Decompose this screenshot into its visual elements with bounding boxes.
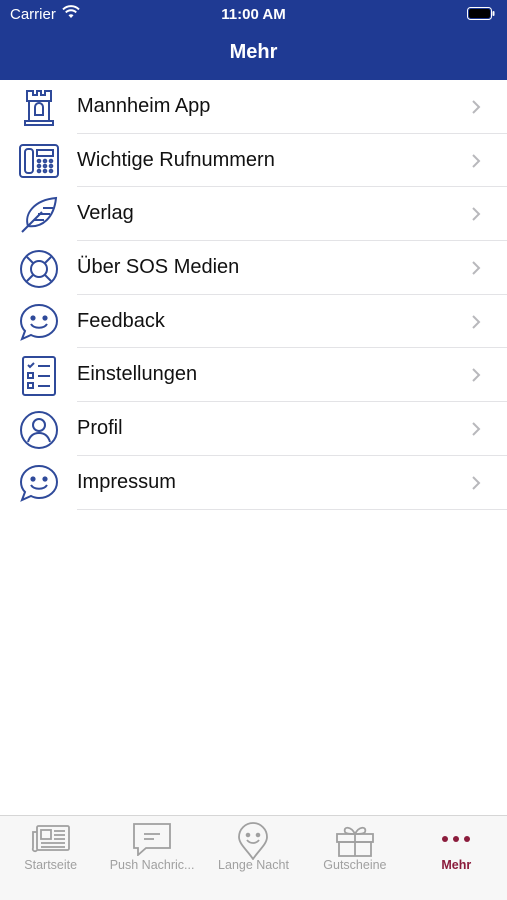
chevron-right-icon — [471, 421, 481, 437]
menu-item-feedback[interactable]: Feedback — [0, 295, 507, 349]
checklist-icon — [18, 355, 60, 397]
tab-label: Startseite — [24, 858, 78, 872]
tab-lange-nacht[interactable]: Lange Nacht — [203, 816, 304, 900]
menu-item-label: Über SOS Medien — [77, 256, 240, 279]
menu-item-mannheim-app[interactable]: Mannheim App — [0, 80, 507, 134]
menu-list: Mannheim App Wichtige Rufnummern Verlag … — [0, 80, 507, 510]
status-bar: Carrier 11:00 AM — [0, 0, 507, 28]
nav-header: Carrier 11:00 AM Mehr — [0, 0, 507, 80]
gift-icon — [335, 822, 375, 863]
tab-label: Push Nachric... — [109, 858, 195, 872]
chevron-right-icon — [471, 367, 481, 383]
tab-label: Lange Nacht — [218, 858, 289, 872]
menu-item-ueber-sos-medien[interactable]: Über SOS Medien — [0, 241, 507, 295]
tab-gutscheine[interactable]: Gutscheine — [304, 816, 405, 900]
smiley-bubble-icon — [18, 463, 60, 505]
menu-item-einstellungen[interactable]: Einstellungen — [0, 348, 507, 403]
menu-item-label: Wichtige Rufnummern — [77, 148, 275, 171]
message-icon — [132, 822, 172, 861]
chevron-right-icon — [471, 260, 481, 276]
menu-item-label: Profil — [77, 417, 123, 440]
newspaper-icon — [31, 822, 71, 859]
tab-startseite[interactable]: Startseite — [0, 816, 101, 900]
menu-item-label: Mannheim App — [77, 95, 211, 117]
more-icon — [440, 822, 472, 861]
menu-item-impressum[interactable]: Impressum — [0, 456, 507, 510]
chevron-right-icon — [471, 206, 481, 222]
tab-bar: Startseite Push Nachric... Lange Nacht G… — [0, 815, 507, 900]
user-icon — [18, 409, 60, 451]
lifebuoy-icon — [18, 248, 60, 290]
status-time: 11:00 AM — [221, 6, 286, 23]
feather-icon — [18, 194, 60, 236]
tower-icon — [18, 87, 60, 129]
menu-item-label: Einstellungen — [77, 363, 198, 386]
menu-item-label: Impressum — [77, 470, 176, 493]
chevron-right-icon — [471, 314, 481, 330]
page-title: Mehr — [229, 41, 278, 63]
menu-item-label: Feedback — [77, 309, 165, 332]
menu-item-label: Verlag — [77, 202, 134, 225]
tab-label: Mehr — [441, 858, 472, 872]
chevron-right-icon — [471, 475, 481, 491]
chevron-right-icon — [471, 153, 481, 169]
menu-item-profil[interactable]: Profil — [0, 402, 507, 456]
menu-item-verlag[interactable]: Verlag — [0, 187, 507, 242]
smiley-bubble-icon — [18, 302, 60, 344]
phone-icon — [18, 141, 60, 183]
tab-push-nachrichten[interactable]: Push Nachric... — [101, 816, 202, 900]
chevron-right-icon — [471, 99, 481, 115]
tab-mehr[interactable]: Mehr — [406, 816, 507, 900]
menu-item-wichtige-rufnummern[interactable]: Wichtige Rufnummern — [0, 134, 507, 188]
battery-icon — [467, 7, 495, 25]
row-divider — [77, 508, 507, 510]
tab-label: Gutscheine — [323, 858, 387, 872]
